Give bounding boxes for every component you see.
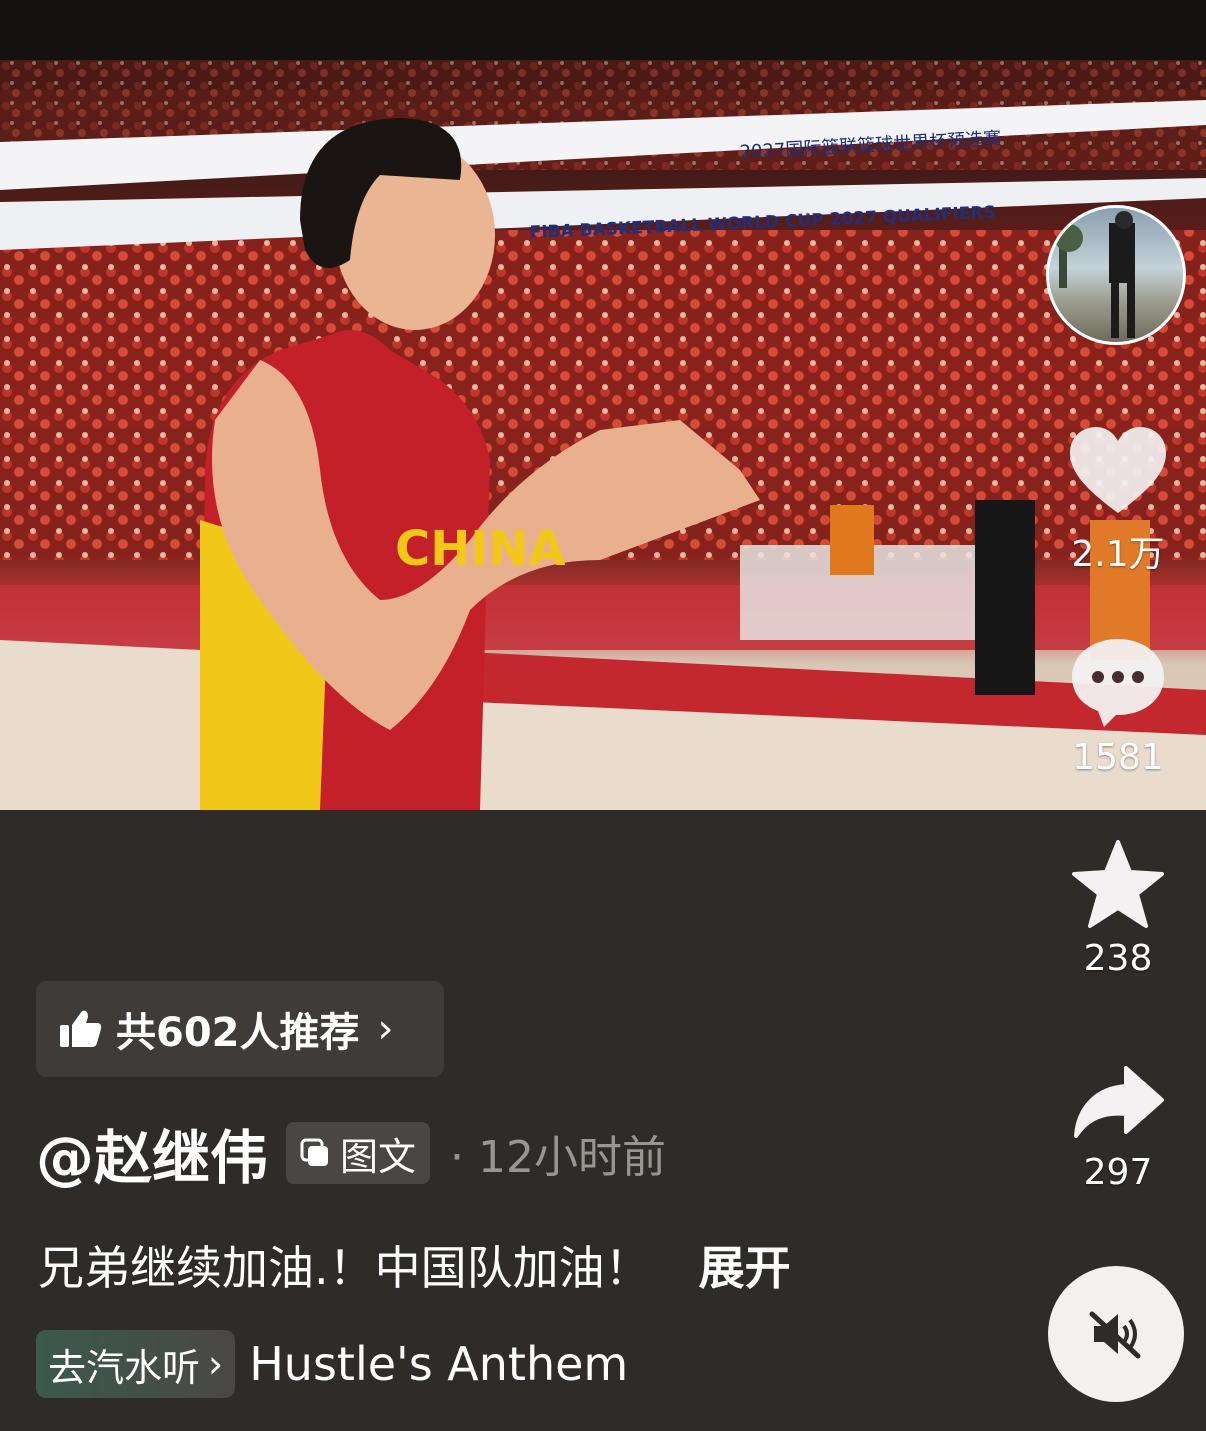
- author-row: @赵继伟 图文 · 12小时前: [36, 1118, 666, 1192]
- image-text-icon: [300, 1138, 329, 1166]
- jersey-text: CHINA: [395, 521, 566, 577]
- share-icon: [1074, 1066, 1164, 1138]
- open-music-app-label: 去汽水听: [48, 1345, 201, 1390]
- like-count: 2.1万: [1071, 534, 1165, 575]
- caption-text: 兄弟继续加油.！中国队加油！: [38, 1241, 651, 1295]
- favorite-count: 238: [1083, 938, 1153, 979]
- chevron-right-icon: ›: [377, 1006, 394, 1052]
- expand-button[interactable]: 展开: [699, 1241, 791, 1295]
- author-name[interactable]: @赵继伟: [36, 1111, 268, 1195]
- author-avatar[interactable]: [1046, 205, 1186, 345]
- recommend-box[interactable]: 共602人推荐 ›: [36, 981, 444, 1077]
- mute-button[interactable]: [1048, 1266, 1184, 1402]
- comment-button[interactable]: 1581: [1063, 635, 1173, 778]
- open-music-app-button[interactable]: 去汽水听 ›: [36, 1330, 236, 1398]
- star-icon: [1072, 840, 1164, 928]
- avatar-image: [1055, 211, 1135, 338]
- post-type-tag: 图文: [286, 1122, 431, 1184]
- recommend-label: 共602人推荐: [116, 1010, 360, 1056]
- post-time: · 12小时前: [450, 1132, 666, 1183]
- post-type-label: 图文: [340, 1134, 417, 1179]
- favorite-button[interactable]: 238: [1063, 838, 1173, 979]
- music-row: 去汽水听 › Hustle's Anthem: [36, 1330, 628, 1398]
- share-count: 297: [1083, 1152, 1153, 1193]
- chevron-right-icon: ›: [208, 1342, 224, 1386]
- like-button[interactable]: 2.1万: [1063, 425, 1173, 577]
- share-button[interactable]: 297: [1063, 1062, 1173, 1193]
- comment-count: 1581: [1072, 737, 1164, 778]
- post-photo[interactable]: 2027国际篮联篮球世界杯预选赛 FIBA BASKETBALL WORLD C…: [0, 0, 1206, 810]
- heart-icon: [1070, 427, 1166, 513]
- photo-scene: 2027国际篮联篮球世界杯预选赛 FIBA BASKETBALL WORLD C…: [0, 0, 1206, 810]
- caption: 兄弟继续加油.！中国队加油！ 展开: [38, 1232, 791, 1298]
- comment-icon: [1072, 639, 1164, 727]
- thumbs-up-icon: [60, 1010, 102, 1047]
- mute-icon: [1089, 1311, 1141, 1359]
- song-title[interactable]: Hustle's Anthem: [249, 1337, 628, 1391]
